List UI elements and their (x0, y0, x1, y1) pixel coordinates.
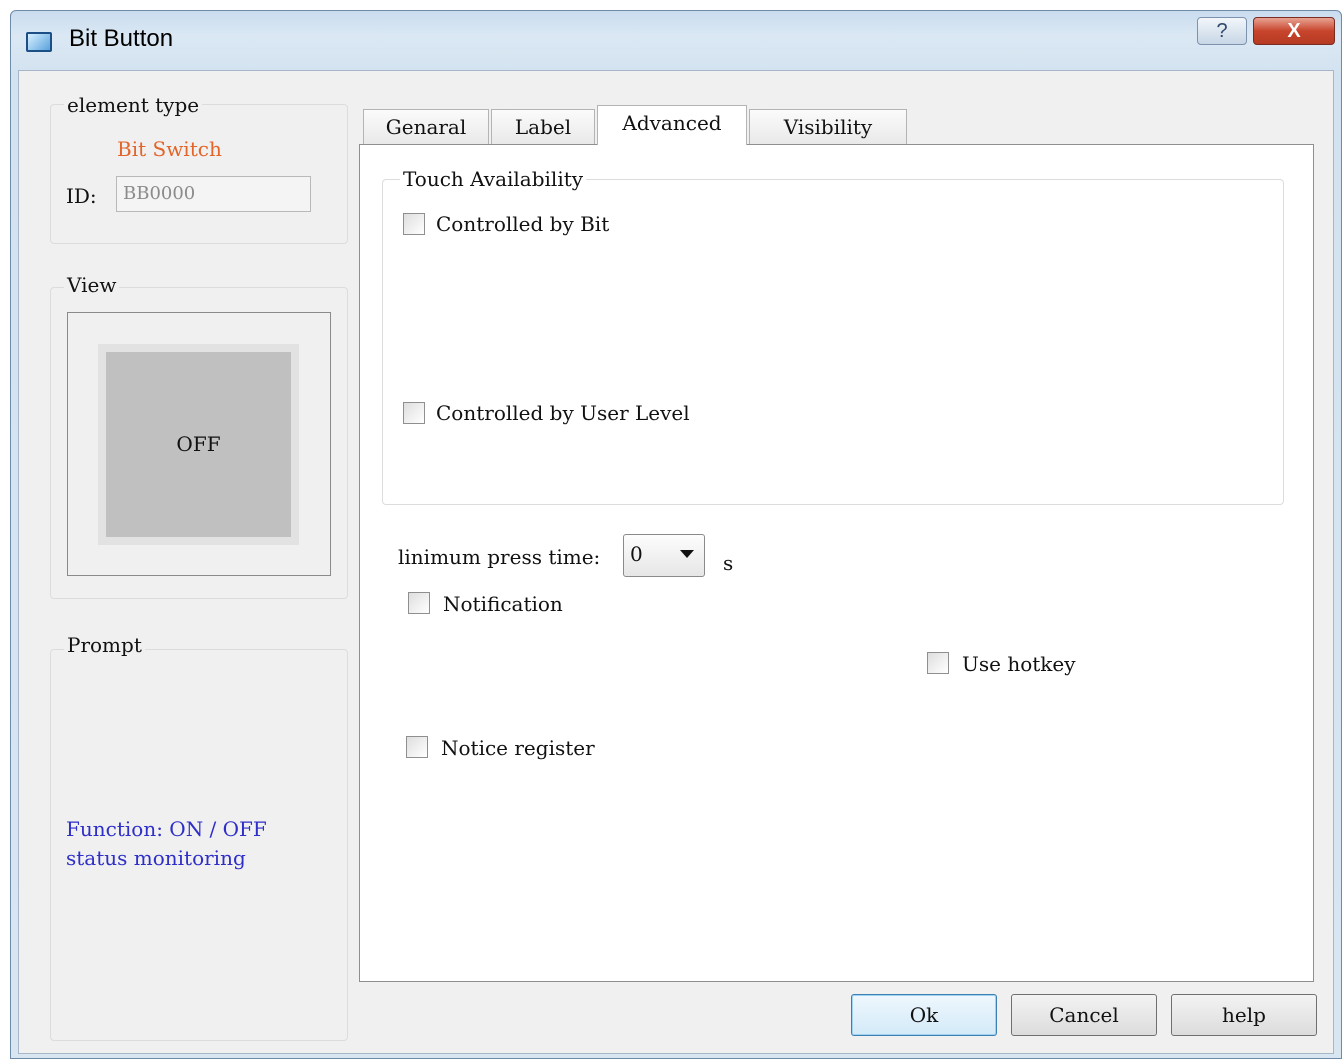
view-title: View (64, 273, 120, 297)
min-press-value: 0 (630, 542, 643, 566)
app-icon (26, 32, 52, 52)
prompt-title: Prompt (64, 633, 145, 657)
advanced-panel: Touch Availability Controlled by Bit Con… (359, 144, 1314, 982)
controlled-by-user-level-checkbox[interactable] (403, 402, 425, 424)
notification-label: Notification (443, 592, 563, 616)
tab-visibility[interactable]: Visibility (749, 109, 907, 146)
controlled-by-bit-checkbox[interactable] (403, 213, 425, 235)
tab-label[interactable]: Label (491, 109, 595, 146)
dialog-window: Bit Button ? X element type Bit Switch I… (10, 10, 1342, 1059)
touch-availability-title: Touch Availability (400, 167, 587, 191)
element-type-name: Bit Switch (117, 137, 222, 161)
id-field[interactable]: BB0000 (116, 176, 311, 212)
use-hotkey-label: Use hotkey (962, 652, 1076, 676)
help-button[interactable]: help (1171, 994, 1317, 1036)
window-title: Bit Button (69, 25, 174, 52)
close-icon[interactable]: X (1253, 17, 1335, 45)
tab-general[interactable]: Genaral (363, 109, 489, 146)
dialog-client: element type Bit Switch ID: BB0000 View … (18, 70, 1334, 1054)
preview-button: OFF (106, 352, 291, 537)
chevron-down-icon (680, 550, 694, 558)
use-hotkey-checkbox[interactable] (927, 652, 949, 674)
ok-button[interactable]: Ok (851, 994, 997, 1036)
element-type-title: element type (64, 93, 203, 117)
min-press-unit: s (723, 551, 734, 575)
prompt-text: Function: ON / OFF status monitoring (66, 817, 267, 870)
preview-button-text: OFF (176, 432, 221, 456)
min-press-label: linimum press time: (398, 545, 601, 569)
min-press-select[interactable]: 0 (623, 534, 705, 577)
id-label: ID: (66, 184, 97, 208)
help-icon[interactable]: ? (1197, 17, 1247, 45)
title-bar[interactable]: Bit Button ? X (11, 11, 1341, 69)
notification-checkbox[interactable] (408, 592, 430, 614)
notice-register-label: Notice register (441, 736, 595, 760)
tab-advanced[interactable]: Advanced (597, 105, 747, 145)
notice-register-checkbox[interactable] (406, 736, 428, 758)
element-type-group (50, 104, 348, 244)
controlled-by-bit-label: Controlled by Bit (436, 212, 610, 236)
cancel-button[interactable]: Cancel (1011, 994, 1157, 1036)
controlled-by-user-level-label: Controlled by User Level (436, 401, 690, 425)
